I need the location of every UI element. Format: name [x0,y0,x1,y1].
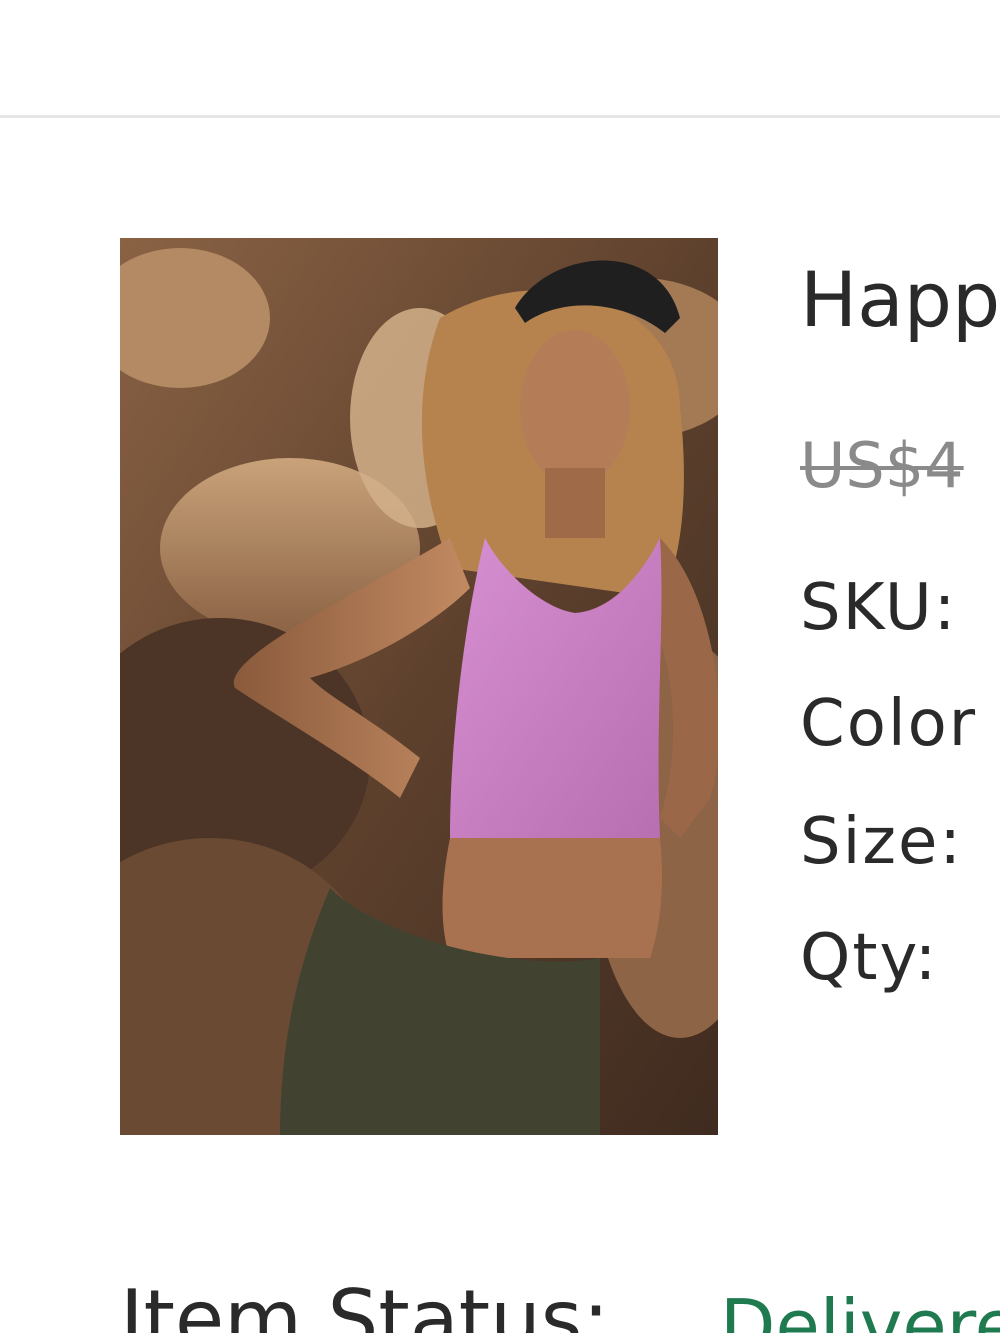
original-price: US$4 [800,429,964,502]
size-label: Size: [800,805,963,879]
product-photo [120,238,718,1135]
item-status-value: Delivere [720,1284,1000,1333]
product-title[interactable]: Happ [800,250,1000,350]
header-bar [0,0,1000,118]
item-status-label: Item Status: [120,1273,610,1333]
order-item-page: Happ US$4 SKU: Color Size: Qty: Item Sta… [0,0,1000,1333]
sku-label: SKU: [800,571,958,645]
item-status-row: Item Status: Delivere [120,1270,1000,1333]
color-label: Color [800,687,978,761]
product-image[interactable] [120,238,718,1135]
qty-label: Qty: [800,921,939,995]
